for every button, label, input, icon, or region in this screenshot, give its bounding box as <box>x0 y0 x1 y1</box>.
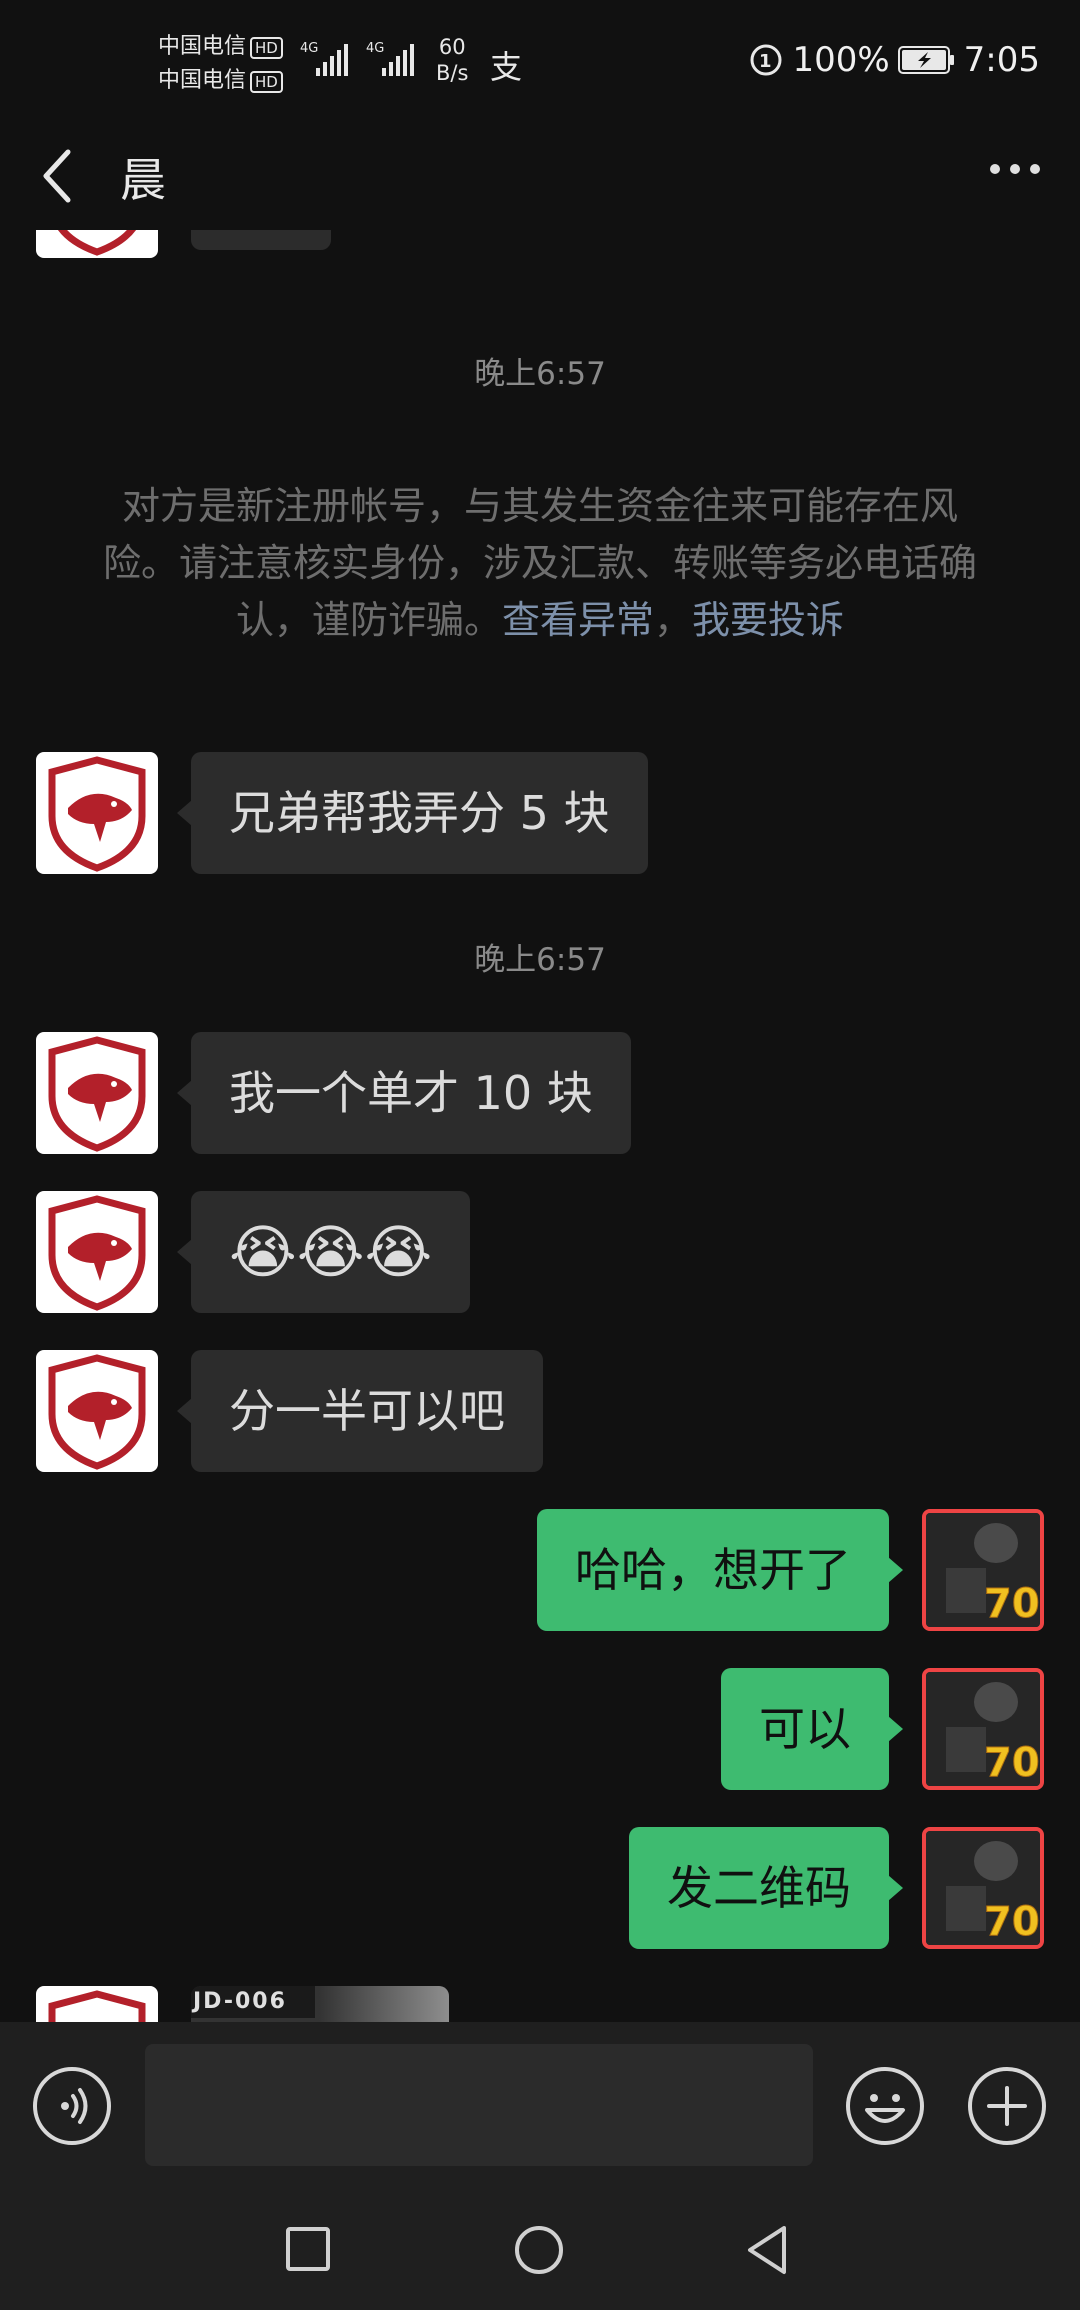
timestamp: 晚上6:57 <box>474 942 606 978</box>
image-preview <box>319 1986 449 2022</box>
my-avatar[interactable]: 70 <box>922 1827 1044 1949</box>
chat-title: 晨 <box>120 153 166 207</box>
my-avatar-image: 70 <box>926 1513 1040 1627</box>
more-dot <box>1030 164 1040 174</box>
carrier-2: 中国电信 HD <box>158 62 283 94</box>
system-nav-bar <box>0 2182 1080 2310</box>
my-avatar[interactable]: 70 <box>922 1668 1044 1790</box>
shield-fish-icon <box>48 1195 146 1311</box>
more-dot <box>1010 164 1020 174</box>
svg-text:1: 1 <box>759 51 772 72</box>
message-text: 分一半可以吧 <box>229 1384 505 1438</box>
carrier-2-label: 中国电信 <box>158 68 247 93</box>
status-right: 1 100% 7:05 <box>748 40 1040 80</box>
svg-text:70: 70 <box>984 1581 1040 1627</box>
chat-header: 晨 <box>0 120 1080 230</box>
shield-fish-icon <box>48 1990 146 2022</box>
contact-avatar[interactable] <box>36 230 158 258</box>
crying-laughing-emoji: 😭😭😭 <box>229 1218 433 1286</box>
carrier-1: 中国电信 HD <box>158 28 283 60</box>
recents-square-icon[interactable] <box>285 2226 331 2272</box>
hd-badge: HD <box>250 71 283 93</box>
message-bubble-incoming[interactable]: 😭😭😭 <box>176 1191 471 1313</box>
security-warning-notice: 对方是新注册帐号，与其发生资金往来可能存在风险。请注意核实身份，涉及汇款、转账等… <box>96 478 984 649</box>
input-bar <box>0 2022 1080 2182</box>
signal-2-icon: 4G <box>366 41 414 76</box>
message-text: 发二维码 <box>667 1861 851 1915</box>
card-label: JD-006 <box>191 1986 315 2018</box>
emoji-icon[interactable] <box>845 2066 925 2146</box>
timestamp: 晚上6:57 <box>474 356 606 392</box>
message-bubble-incoming[interactable]: 兄弟帮我弄分 5 块 <box>177 752 648 874</box>
more-dots-icon[interactable] <box>990 164 1040 174</box>
message-bubble-incoming[interactable]: 分一半可以吧 <box>177 1350 543 1472</box>
home-circle-icon[interactable] <box>513 2224 565 2276</box>
hd-badge: HD <box>250 37 283 59</box>
my-avatar[interactable]: 70 <box>922 1509 1044 1631</box>
my-avatar-image: 70 <box>926 1672 1040 1786</box>
message-bubble-outgoing[interactable]: 哈哈，想开了 <box>537 1509 903 1631</box>
carrier-1-label: 中国电信 <box>158 34 247 59</box>
svg-text:70: 70 <box>984 1740 1040 1786</box>
svg-text:4G: 4G <box>366 41 384 56</box>
contact-avatar[interactable] <box>36 1032 158 1154</box>
net-speed-unit: B/s <box>436 61 469 85</box>
message-bubble-outgoing[interactable]: 可以 <box>721 1668 903 1790</box>
svg-text:70: 70 <box>984 1899 1040 1945</box>
shield-fish-icon <box>58 230 136 256</box>
message-text: 哈哈，想开了 <box>575 1543 851 1597</box>
contact-avatar[interactable] <box>36 1986 158 2022</box>
report-complaint-link[interactable]: 我要投诉 <box>692 598 844 642</box>
net-speed-value: 60 <box>438 35 466 59</box>
previous-message-bubble[interactable] <box>191 230 331 250</box>
message-input[interactable] <box>145 2044 813 2166</box>
my-avatar-image: 70 <box>926 1831 1040 1945</box>
message-bubble-outgoing[interactable]: 发二维码 <box>629 1827 903 1949</box>
message-text: 我一个单才 10 块 <box>229 1066 593 1120</box>
shield-fish-icon <box>48 1354 146 1470</box>
image-message-card[interactable]: JD-006 <box>191 1986 449 2022</box>
shield-fish-icon <box>48 756 146 872</box>
chat-area[interactable]: 晚上6:57 对方是新注册帐号，与其发生资金往来可能存在风险。请注意核实身份，涉… <box>0 230 1080 2022</box>
back-triangle-icon[interactable] <box>744 2224 790 2276</box>
back-chevron-icon[interactable] <box>38 148 78 204</box>
net-speed: 60 B/s <box>436 34 468 86</box>
plus-icon[interactable] <box>967 2066 1047 2146</box>
battery-percent: 100% <box>792 40 890 80</box>
message-text: 可以 <box>759 1702 851 1756</box>
battery-icon <box>897 46 954 74</box>
more-dot <box>990 164 1000 174</box>
data-saver-icon: 1 <box>750 44 782 76</box>
contact-avatar[interactable] <box>36 1191 158 1313</box>
alipay-icon: 支 <box>490 48 523 86</box>
message-text: 兄弟帮我弄分 5 块 <box>229 786 610 840</box>
svg-text:4G: 4G <box>300 41 318 56</box>
voice-input-icon[interactable] <box>32 2066 112 2146</box>
link-separator: ， <box>654 598 693 642</box>
signal-1-icon: 4G <box>300 41 348 76</box>
shield-fish-icon <box>48 1036 146 1152</box>
view-anomaly-link[interactable]: 查看异常 <box>502 598 654 642</box>
contact-avatar[interactable] <box>36 752 158 874</box>
message-bubble-incoming[interactable]: 我一个单才 10 块 <box>177 1032 631 1154</box>
clock: 7:05 <box>963 40 1040 80</box>
contact-avatar[interactable] <box>36 1350 158 1472</box>
status-bar: 中国电信 HD 中国电信 HD 4G 4G 60 B/s 支 1 100% 7:05 <box>0 0 1080 120</box>
